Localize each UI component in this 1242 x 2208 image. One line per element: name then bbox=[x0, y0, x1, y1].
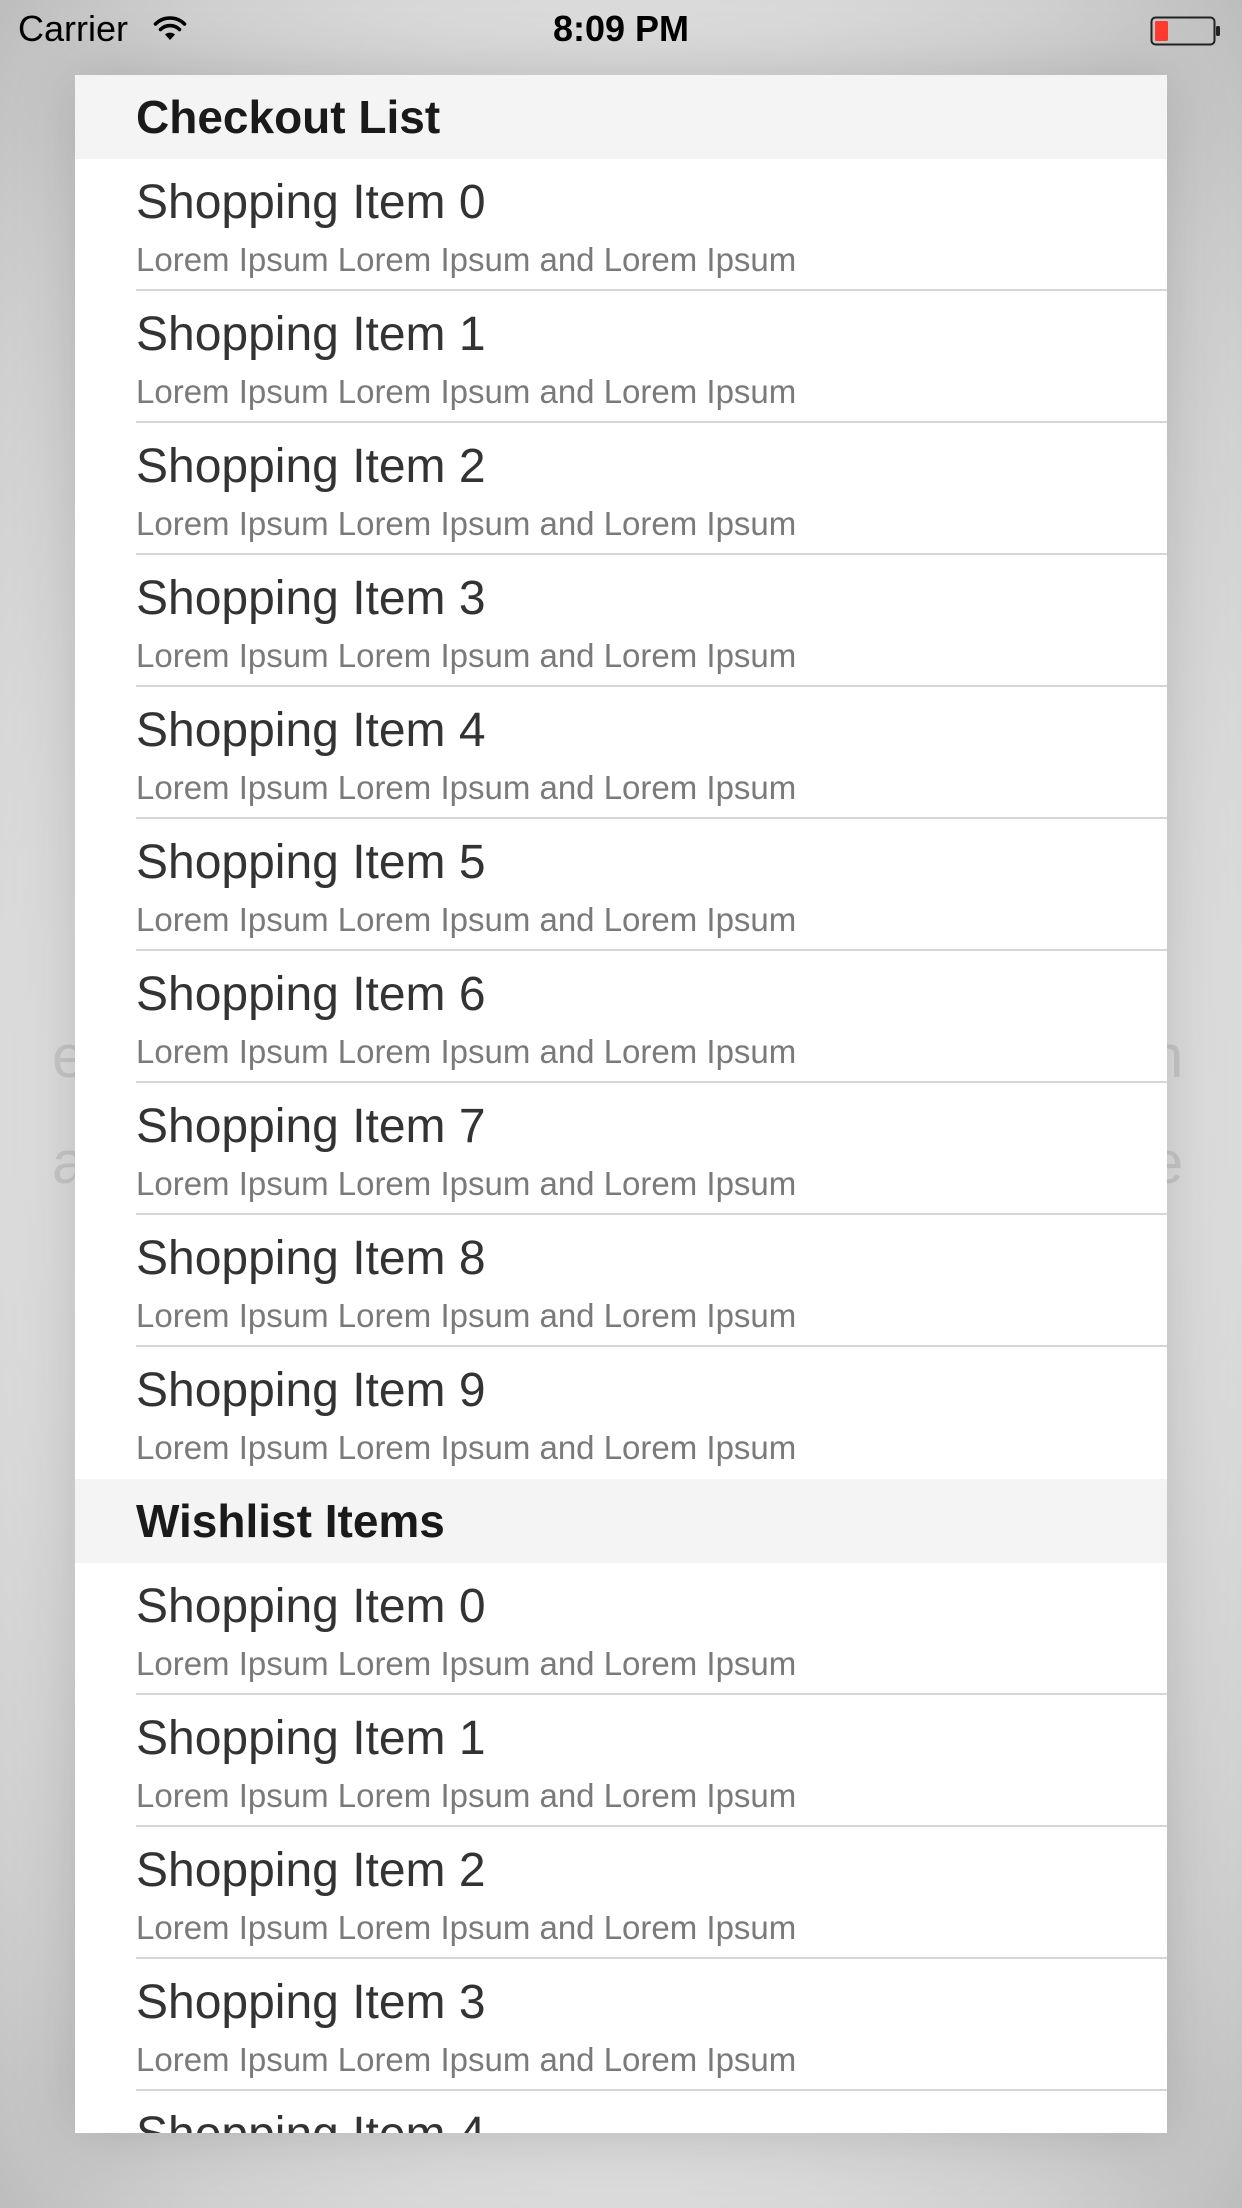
shopping-list-modal[interactable]: Checkout List Shopping Item 0 Lorem Ipsu… bbox=[75, 75, 1167, 2133]
item-title: Shopping Item 9 bbox=[136, 1364, 486, 1417]
clock: 8:09 PM bbox=[552, 8, 690, 49]
item-subtitle: Lorem Ipsum Lorem Ipsum and Lorem Ipsum bbox=[136, 1777, 797, 1814]
list-item[interactable]: Shopping Item 4 Lorem Ipsum Lorem Ipsum … bbox=[75, 687, 1167, 819]
battery-icon bbox=[1150, 16, 1220, 46]
item-title: Shopping Item 1 bbox=[136, 308, 486, 361]
list-item[interactable]: Shopping Item 5 Lorem Ipsum Lorem Ipsum … bbox=[75, 819, 1167, 951]
item-title: Shopping Item 2 bbox=[136, 1844, 486, 1897]
item-subtitle: Lorem Ipsum Lorem Ipsum and Lorem Ipsum bbox=[136, 241, 797, 278]
item-title: Shopping Item 8 bbox=[136, 1232, 486, 1285]
list-item[interactable]: Shopping Item 2 Lorem Ipsum Lorem Ipsum … bbox=[75, 1827, 1167, 1959]
item-title: Shopping Item 5 bbox=[136, 836, 486, 889]
item-subtitle: Lorem Ipsum Lorem Ipsum and Lorem Ipsum bbox=[136, 1165, 797, 1202]
item-title: Shopping Item 7 bbox=[136, 1100, 486, 1153]
list-item[interactable]: Shopping Item 4 bbox=[75, 2091, 1167, 2133]
item-title: Shopping Item 0 bbox=[136, 176, 486, 229]
list-item[interactable]: Shopping Item 3 Lorem Ipsum Lorem Ipsum … bbox=[75, 555, 1167, 687]
item-title: Shopping Item 3 bbox=[136, 572, 486, 625]
item-title: Shopping Item 3 bbox=[136, 1976, 486, 2029]
item-subtitle: Lorem Ipsum Lorem Ipsum and Lorem Ipsum bbox=[136, 1645, 797, 1682]
item-title: Shopping Item 2 bbox=[136, 440, 486, 493]
wishlist-section: Wishlist Items Shopping Item 0 Lorem Ips… bbox=[75, 1479, 1167, 2133]
item-subtitle: Lorem Ipsum Lorem Ipsum and Lorem Ipsum bbox=[136, 505, 797, 542]
item-subtitle: Lorem Ipsum Lorem Ipsum and Lorem Ipsum bbox=[136, 901, 797, 938]
item-subtitle: Lorem Ipsum Lorem Ipsum and Lorem Ipsum bbox=[136, 637, 797, 674]
section-header-checkout: Checkout List bbox=[75, 75, 1167, 159]
list-item[interactable]: Shopping Item 8 Lorem Ipsum Lorem Ipsum … bbox=[75, 1215, 1167, 1347]
item-title: Shopping Item 1 bbox=[136, 1712, 486, 1765]
item-title: Shopping Item 4 bbox=[136, 2107, 486, 2133]
item-subtitle: Lorem Ipsum Lorem Ipsum and Lorem Ipsum bbox=[136, 1033, 797, 1070]
item-subtitle: Lorem Ipsum Lorem Ipsum and Lorem Ipsum bbox=[136, 769, 797, 806]
list-item[interactable]: Shopping Item 9 Lorem Ipsum Lorem Ipsum … bbox=[75, 1347, 1167, 1479]
item-subtitle: Lorem Ipsum Lorem Ipsum and Lorem Ipsum bbox=[136, 1909, 797, 1946]
list-item[interactable]: Shopping Item 1 Lorem Ipsum Lorem Ipsum … bbox=[75, 291, 1167, 423]
item-title: Shopping Item 6 bbox=[136, 968, 486, 1021]
status-bar: Carrier 8:09 PM bbox=[0, 0, 1242, 60]
list-item[interactable]: Shopping Item 7 Lorem Ipsum Lorem Ipsum … bbox=[75, 1083, 1167, 1215]
list-item[interactable]: Shopping Item 3 Lorem Ipsum Lorem Ipsum … bbox=[75, 1959, 1167, 2091]
checkout-section: Checkout List Shopping Item 0 Lorem Ipsu… bbox=[75, 75, 1167, 1479]
item-subtitle: Lorem Ipsum Lorem Ipsum and Lorem Ipsum bbox=[136, 373, 797, 410]
item-subtitle: Lorem Ipsum Lorem Ipsum and Lorem Ipsum bbox=[136, 1297, 797, 1334]
item-title: Shopping Item 4 bbox=[136, 704, 486, 757]
list-item[interactable]: Shopping Item 0 Lorem Ipsum Lorem Ipsum … bbox=[75, 1563, 1167, 1695]
item-title: Shopping Item 0 bbox=[136, 1580, 486, 1633]
list-item[interactable]: Shopping Item 2 Lorem Ipsum Lorem Ipsum … bbox=[75, 423, 1167, 555]
item-subtitle: Lorem Ipsum Lorem Ipsum and Lorem Ipsum bbox=[136, 1429, 797, 1466]
list-item[interactable]: Shopping Item 1 Lorem Ipsum Lorem Ipsum … bbox=[75, 1695, 1167, 1827]
item-subtitle: Lorem Ipsum Lorem Ipsum and Lorem Ipsum bbox=[136, 2041, 797, 2078]
list-item[interactable]: Shopping Item 0 Lorem Ipsum Lorem Ipsum … bbox=[75, 159, 1167, 291]
list-item[interactable]: Shopping Item 6 Lorem Ipsum Lorem Ipsum … bbox=[75, 951, 1167, 1083]
section-header-wishlist: Wishlist Items bbox=[75, 1479, 1167, 1563]
